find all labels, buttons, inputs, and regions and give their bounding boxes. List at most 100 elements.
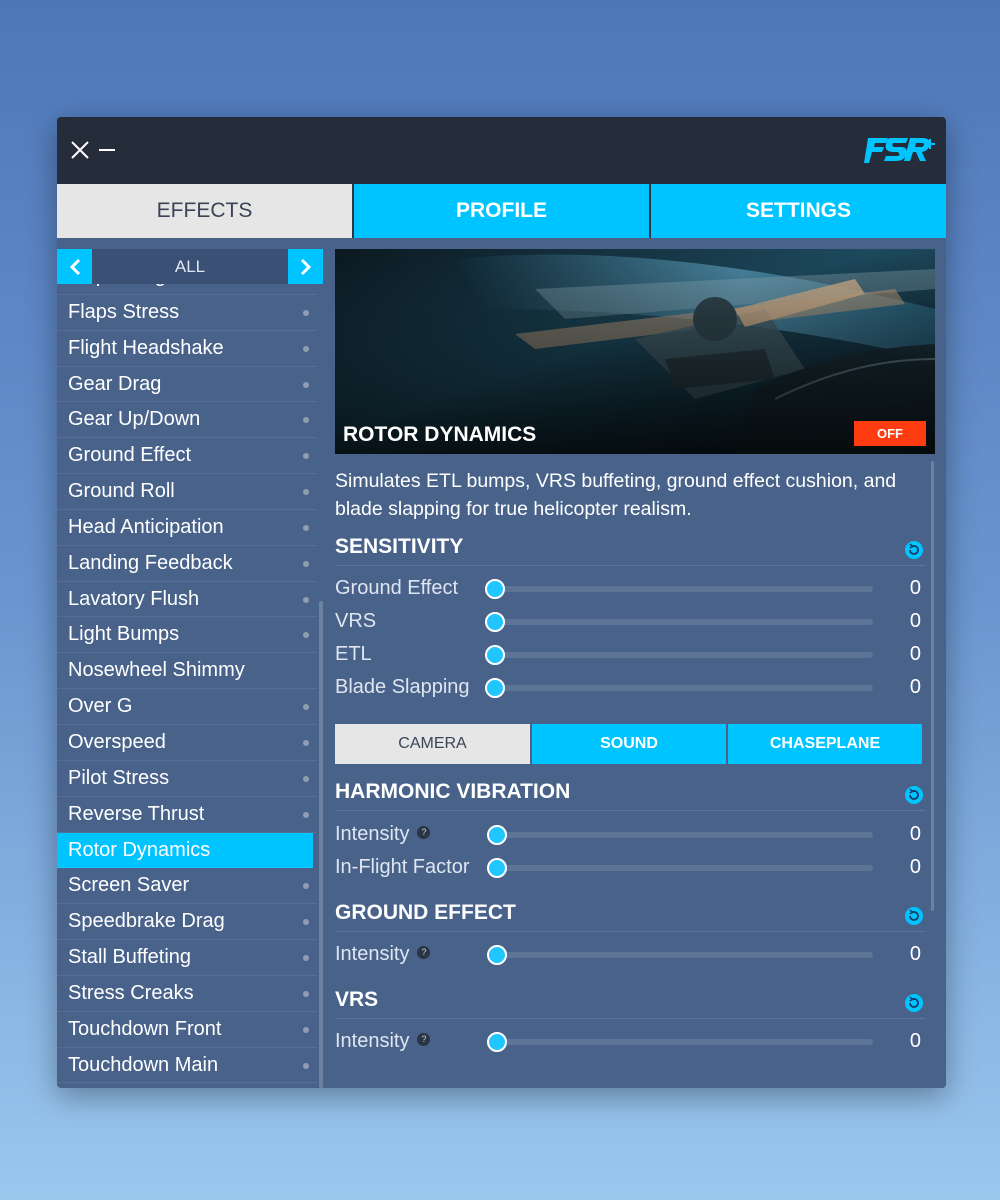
ground-effect-slider[interactable] [485,579,873,599]
sidebar-item[interactable]: Head Anticipation [57,510,317,546]
slider-label: Intensity? [335,1030,431,1053]
reset-icon[interactable] [905,541,923,559]
slider-label: Ground Effect [335,577,459,599]
sidebar-item[interactable]: Ground Effect [57,438,317,475]
status-dot-icon [303,704,309,711]
reset-icon[interactable] [905,907,923,925]
reset-icon[interactable] [905,786,923,804]
sidebar-item-label: Lavatory Flush [68,587,200,610]
status-dot-icon [303,990,309,997]
tab-sound[interactable]: SOUND [530,724,726,764]
slider-thumb[interactable] [485,612,505,632]
sidebar-item[interactable]: Pilot Stress [57,761,317,797]
sidebar-item-label: Flight Headshake [68,336,224,359]
sidebar-item[interactable]: Light Bumps [57,617,317,654]
reset-icon[interactable] [905,994,923,1012]
effect-toggle-button[interactable]: OFF [854,421,926,446]
slider-value: 0 [909,676,921,698]
status-dot-icon [303,919,309,926]
sidebar-item-label: Ground Roll [68,480,175,503]
sidebar-item[interactable]: Reverse Thrust [57,797,317,833]
sidebar-item[interactable]: Rotor Dynamics [57,832,313,869]
status-dot-icon [303,417,309,424]
sidebar-item[interactable]: Over G [57,689,317,725]
slider-row: Intensity? 0 [335,819,925,852]
sidebar-item[interactable]: Flaps Drag [57,284,317,295]
slider-label: VRS [335,610,377,632]
sidebar-item[interactable]: Landing Feedback [57,546,317,582]
slider-value: 0 [909,856,921,878]
sidebar-item[interactable]: Gear Drag [57,367,317,403]
sidebar-item[interactable]: Flaps Stress [57,295,317,331]
slider-thumb[interactable] [487,858,507,878]
slider-value: 0 [909,577,921,599]
sensitivity-header: SENSITIVITY [335,532,925,566]
sidebar-item-label: Stall Buffeting [68,946,192,969]
ground-effect-intensity-slider[interactable] [487,945,873,965]
tab-chaseplane[interactable]: CHASEPLANE [726,724,922,764]
sidebar-item-label: Speedbrake Drag [68,910,225,933]
effects-list: Flaps Drag Flaps Stress Flight Headshake Ge… [57,284,317,1088]
sidebar-item[interactable]: Nosewheel Shimmy [57,653,317,690]
harmonic-vibration-header: HARMONIC VIBRATION [335,777,925,811]
help-icon[interactable]: ? [417,946,431,960]
slider-thumb[interactable] [485,579,505,599]
effect-title: ROTOR DYNAMICS [343,423,537,446]
slider-thumb[interactable] [487,1032,507,1052]
slider-row: ETL 0 [335,639,925,672]
sidebar-item[interactable]: Stress Creaks [57,976,317,1012]
chevron-right-icon[interactable] [288,249,323,284]
sidebar-item-label: Gear Up/Down [68,408,201,431]
sidebar-item-label: Nosewheel Shimmy [68,659,245,682]
in-flight-factor-slider[interactable] [487,858,873,878]
tab-profile[interactable]: PROFILE [352,184,649,238]
chevron-left-icon[interactable] [57,249,92,284]
sidebar-item[interactable]: Overspeed [57,725,317,761]
slider-row: Ground Effect 0 [335,573,925,606]
slider-thumb[interactable] [485,678,505,698]
slider-label: Intensity? [335,943,431,966]
tab-settings[interactable]: SETTINGS [649,184,946,238]
sidebar-item[interactable]: Speedbrake Drag [57,904,317,941]
slider-value: 0 [909,610,921,632]
slider-label-text: Intensity [335,823,410,845]
sidebar-item-label: Head Anticipation [68,515,224,538]
slider-row: In-Flight Factor 0 [335,852,925,885]
slider-row: VRS 0 [335,606,925,639]
sidebar-item-label: Stress Creaks [68,981,194,1004]
category-label: ALL [174,257,206,276]
effect-hero-image: ROTOR DYNAMICS OFF [335,249,935,454]
help-icon[interactable]: ? [417,826,431,840]
tab-camera[interactable]: CAMERA [335,724,530,764]
status-dot-icon [303,883,309,890]
close-icon[interactable] [67,137,93,163]
content-scrollbar[interactable] [931,461,934,911]
slider-label: In-Flight Factor [335,856,470,878]
vrs-intensity-slider[interactable] [487,1032,873,1052]
effect-detail: ROTOR DYNAMICS OFF Simulates ETL bumps, … [335,249,935,1088]
vrs-slider[interactable] [485,612,873,632]
help-icon[interactable]: ? [417,1033,431,1047]
sidebar-item[interactable]: Touchdown Front [57,1012,317,1048]
sidebar-item[interactable]: Flight Headshake [57,331,317,367]
sidebar-scrollbar[interactable] [319,601,323,1088]
etl-slider[interactable] [485,645,873,665]
sidebar-item[interactable]: Gear Up/Down [57,402,317,439]
tab-effects[interactable]: EFFECTS [57,184,352,238]
sidebar-item[interactable]: Stall Buffeting [57,940,317,976]
harmonic-intensity-slider[interactable] [487,825,873,845]
sidebar-item[interactable]: Screen Saver [57,868,317,905]
slider-thumb[interactable] [487,945,507,965]
status-dot-icon [303,1026,309,1033]
ground-effect-header: GROUND EFFECT [335,898,925,932]
minimize-icon[interactable] [95,137,121,163]
sidebar-item-label: Reverse Thrust [68,802,205,825]
blade-slapping-slider[interactable] [485,678,873,698]
sidebar-item[interactable]: Lavatory Flush [57,582,317,618]
slider-thumb[interactable] [487,825,507,845]
slider-thumb[interactable] [485,645,505,665]
sidebar-item[interactable]: Touchdown Main [57,1048,317,1084]
slider-label-text: Intensity [335,1030,410,1052]
sidebar-item-label: Gear Drag [68,372,162,395]
sidebar-item[interactable]: Ground Roll [57,474,317,510]
